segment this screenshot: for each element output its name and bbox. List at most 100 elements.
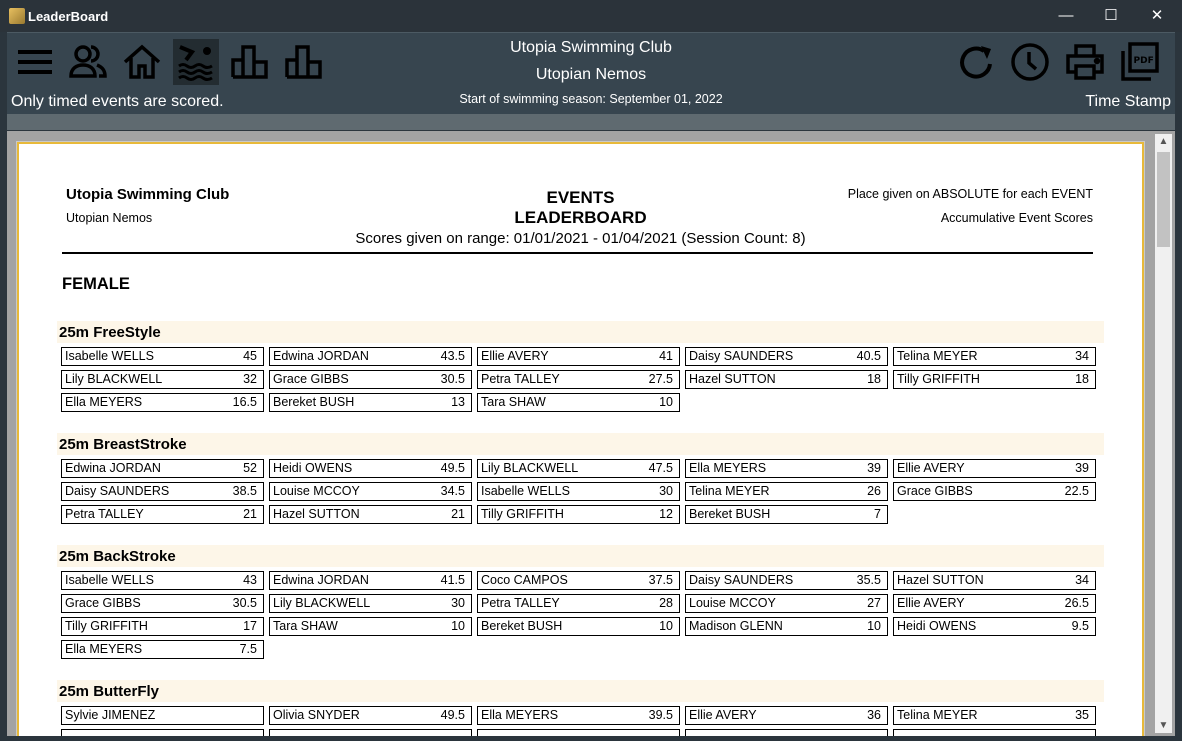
score-entry: Ellie AVERY 41 bbox=[477, 347, 680, 366]
score-range: Scores given on range: 01/01/2021 - 01/0… bbox=[355, 230, 806, 247]
swimmer-score: 10 bbox=[659, 395, 673, 409]
vertical-scrollbar[interactable]: ▲ ▼ bbox=[1155, 134, 1172, 733]
swimmer-score: 9.5 bbox=[1071, 619, 1089, 633]
score-entry: Telina MEYER 35 bbox=[893, 706, 1096, 725]
swimmer-score: 47.5 bbox=[648, 461, 673, 475]
swimmer-score: 10 bbox=[451, 619, 465, 633]
swimmer-name: Lily BLACKWELL bbox=[65, 372, 163, 386]
swimmer-score: 43 bbox=[243, 573, 257, 587]
swimmer-name: Ella MEYERS bbox=[65, 642, 143, 656]
swimmer-name: Louise MCCOY bbox=[689, 596, 776, 610]
swimmer-score: 7.5 bbox=[239, 642, 257, 656]
score-entry: Coco CAMPOS 37.5 bbox=[477, 571, 680, 590]
swimmer-score: 27 bbox=[867, 596, 881, 610]
swimmer-name: Tara SHAW bbox=[273, 619, 338, 633]
swimmer-name: Ella MEYERS bbox=[481, 708, 559, 722]
score-entry: Lily BLACKWELL 47.5 bbox=[477, 459, 680, 478]
score-entry: Heidi OWENS 49.5 bbox=[269, 459, 472, 478]
swimmer-score: 43.5 bbox=[440, 349, 465, 363]
swimmer-score: 40.5 bbox=[856, 349, 881, 363]
event-title: 25m BreastStroke bbox=[57, 433, 1104, 455]
swimmer-name: Tara SHAW bbox=[481, 395, 546, 409]
score-entry: Louise MCCOY 27 bbox=[685, 594, 888, 613]
swimmer-score: 49.5 bbox=[440, 708, 465, 722]
maximize-button[interactable]: ☐ bbox=[1096, 6, 1126, 26]
score-entry: Isabelle WELLS 30 bbox=[477, 482, 680, 501]
swimmer-name: Petra TALLEY bbox=[481, 596, 560, 610]
swimmer-name: Bereket BUSH bbox=[481, 619, 563, 633]
season-start: Start of swimming season: September 01, … bbox=[459, 92, 723, 106]
swimmer-score: 28 bbox=[659, 596, 673, 610]
swimmer-name: Ellie AVERY bbox=[897, 461, 965, 475]
swimmer-name: Coco CAMPOS bbox=[481, 573, 568, 587]
score-entry bbox=[269, 729, 472, 736]
swimmer-score: 26.5 bbox=[1064, 596, 1089, 610]
score-entry: Isabelle WELLS 43 bbox=[61, 571, 264, 590]
swimmer-score: 39 bbox=[867, 461, 881, 475]
score-entry: Grace GIBBS 30.5 bbox=[269, 370, 472, 389]
event-title: 25m BackStroke bbox=[57, 545, 1104, 567]
swimmer-name: Tilly GRIFFITH bbox=[65, 619, 148, 633]
score-entry: Daisy SAUNDERS 38.5 bbox=[61, 482, 264, 501]
swimmer-score: 35.5 bbox=[856, 573, 881, 587]
swimmer-name: Ellie AVERY bbox=[481, 349, 549, 363]
score-entry: Tilly GRIFFITH 18 bbox=[893, 370, 1096, 389]
score-entry: Isabelle WELLS 45 bbox=[61, 347, 264, 366]
swimmer-name: Lily BLACKWELL bbox=[481, 461, 579, 475]
swimmer-score: 41.5 bbox=[440, 573, 465, 587]
swimmer-name: Isabelle WELLS bbox=[65, 573, 154, 587]
swimmer-name: Edwina JORDAN bbox=[65, 461, 161, 475]
pdf-icon[interactable]: PDF bbox=[1116, 39, 1162, 85]
score-entry: Bereket BUSH 13 bbox=[269, 393, 472, 412]
swimmer-score: 45 bbox=[243, 349, 257, 363]
swimmer-name: Hazel SUTTON bbox=[273, 507, 360, 521]
scroll-thumb[interactable] bbox=[1157, 152, 1170, 247]
report-page: Utopia Swimming Club Utopian Nemos EVENT… bbox=[16, 141, 1145, 736]
swimmer-score: 30 bbox=[659, 484, 673, 498]
scroll-up-arrow[interactable]: ▲ bbox=[1155, 136, 1172, 147]
score-entry: Hazel SUTTON 18 bbox=[685, 370, 888, 389]
swimmer-name: Daisy SAUNDERS bbox=[65, 484, 170, 498]
swimmer-score: 37.5 bbox=[648, 573, 673, 587]
score-entry: Heidi OWENS 9.5 bbox=[893, 617, 1096, 636]
score-entry: Petra TALLEY 28 bbox=[477, 594, 680, 613]
score-entry: Daisy SAUNDERS 35.5 bbox=[685, 571, 888, 590]
swimmer-score: 35 bbox=[1075, 708, 1089, 722]
score-entry: Hazel SUTTON 21 bbox=[269, 505, 472, 524]
swimmer-score: 52 bbox=[243, 461, 257, 475]
swimmer-score: 22.5 bbox=[1064, 484, 1089, 498]
score-entry: Madison GLENN 10 bbox=[685, 617, 888, 636]
score-entry: Bereket BUSH 7 bbox=[685, 505, 888, 524]
score-entry: Tilly GRIFFITH 17 bbox=[61, 617, 264, 636]
swimmer-name: Daisy SAUNDERS bbox=[689, 349, 794, 363]
swimmer-score: 41 bbox=[659, 349, 673, 363]
swimmer-name: Tilly GRIFFITH bbox=[481, 507, 564, 521]
score-entry bbox=[685, 729, 888, 736]
score-entry: Lily BLACKWELL 32 bbox=[61, 370, 264, 389]
print-icon[interactable] bbox=[1062, 39, 1108, 85]
swimmer-name: Bereket BUSH bbox=[689, 507, 771, 521]
clock-icon[interactable] bbox=[1007, 39, 1053, 85]
minimize-button[interactable]: — bbox=[1051, 6, 1081, 26]
score-entry: Petra TALLEY 21 bbox=[61, 505, 264, 524]
swimmer-score: 30.5 bbox=[232, 596, 257, 610]
swimmer-name: Ellie AVERY bbox=[897, 596, 965, 610]
swimmer-name: Edwina JORDAN bbox=[273, 573, 369, 587]
swimmer-name: Ella MEYERS bbox=[689, 461, 767, 475]
event-section: 25m BreastStroke Edwina JORDAN 52 Heidi OWE… bbox=[57, 433, 1104, 528]
swimmer-name: Heidi OWENS bbox=[273, 461, 353, 475]
event-section: 25m BackStroke Isabelle WELLS 43 Edwina JOR… bbox=[57, 545, 1104, 663]
swimmer-name: Telina MEYER bbox=[689, 484, 770, 498]
score-entry: Grace GIBBS 30.5 bbox=[61, 594, 264, 613]
score-entry: Ellie AVERY 39 bbox=[893, 459, 1096, 478]
close-button[interactable]: ✕ bbox=[1142, 6, 1172, 26]
swimmer-score: 34 bbox=[1075, 573, 1089, 587]
swimmer-score: 32 bbox=[243, 372, 257, 386]
swimmer-name: Madison GLENN bbox=[689, 619, 783, 633]
swimmer-name: Lily BLACKWELL bbox=[273, 596, 371, 610]
swimmer-score: 30.5 bbox=[440, 372, 465, 386]
time-stamp: Time Stamp bbox=[1085, 93, 1171, 110]
refresh-icon[interactable] bbox=[954, 39, 1000, 85]
scroll-down-arrow[interactable]: ▼ bbox=[1155, 720, 1172, 731]
swimmer-score: 38.5 bbox=[232, 484, 257, 498]
